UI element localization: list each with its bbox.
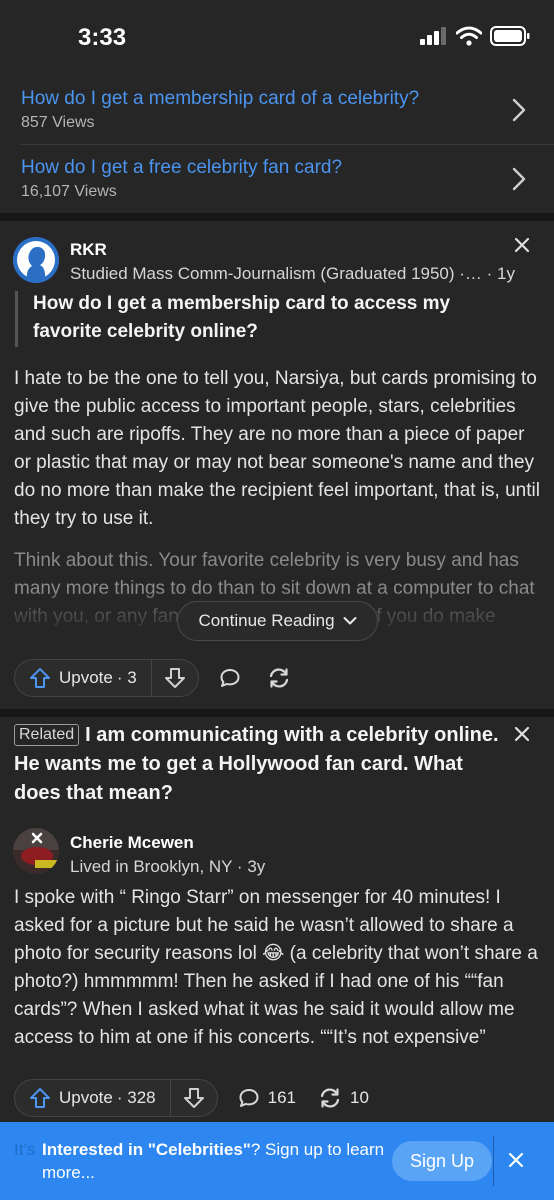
related-tag: Related <box>14 724 80 746</box>
answer-age: · 1y <box>486 264 516 283</box>
comment-icon <box>239 1089 259 1107</box>
answer-card: RKR Studied Mass Comm-Journalism (Gradua… <box>0 221 554 709</box>
quote-bar <box>15 291 18 347</box>
credential-text: Studied Mass Comm-Journalism (Graduated … <box>70 264 482 283</box>
related-question-views: 857 Views <box>21 114 95 131</box>
related-question-title[interactable]: How do I get a membership card of a cele… <box>21 88 419 110</box>
status-icons <box>420 26 530 46</box>
continue-reading-button[interactable]: Continue Reading <box>177 601 378 641</box>
avatar[interactable] <box>13 237 59 283</box>
answer-body: I hate to be the one to tell you, Narsiy… <box>14 368 540 529</box>
reshare-icon <box>269 668 288 688</box>
chevron-down-icon <box>343 617 357 625</box>
comment-count: 161 <box>267 1088 296 1107</box>
related-question-2[interactable]: How do I get a free celebrity fan card? … <box>0 145 554 213</box>
profile-photo <box>13 828 59 874</box>
related-question-title[interactable]: How do I get a free celebrity fan card? <box>21 157 342 179</box>
wifi-icon <box>456 26 482 46</box>
silhouette-icon <box>13 237 59 283</box>
answer-body: I spoke with “ Ringo Starr” on messenger… <box>14 887 538 1048</box>
author-name[interactable]: Cherie Mcewen <box>70 833 194 853</box>
avatar[interactable] <box>13 828 59 874</box>
related-question-text: I am communicating with a celebrity onli… <box>14 724 499 804</box>
downvote-button[interactable] <box>152 660 198 696</box>
reshare-icon <box>320 1088 340 1108</box>
status-time: 3:33 <box>78 24 127 51</box>
share-button[interactable] <box>267 667 291 689</box>
comment-button[interactable]: 161 <box>238 1087 296 1109</box>
banner-divider <box>493 1136 494 1186</box>
signup-button[interactable]: Sign Up <box>392 1141 492 1181</box>
chevron-right-icon <box>512 167 526 191</box>
upvote-label: Upvote <box>59 668 113 687</box>
banner-topic: "Celebrities" <box>147 1140 251 1159</box>
upvote-icon <box>30 668 50 688</box>
author-credential: Studied Mass Comm-Journalism (Graduated … <box>70 264 515 284</box>
banner-underlay-text: It’s <box>14 1140 36 1159</box>
related-question-views: 16,107 Views <box>21 183 117 200</box>
upvote-button[interactable]: Upvote · 328 <box>15 1080 171 1116</box>
question-heading[interactable]: How do I get a membership card to access… <box>33 290 543 346</box>
close-icon[interactable] <box>508 1152 524 1168</box>
battery-icon <box>490 26 530 46</box>
section-separator <box>0 709 554 717</box>
upvote-count: · 328 <box>116 1088 156 1107</box>
close-icon[interactable] <box>514 726 530 742</box>
question-line: How do I get a membership card to access… <box>33 293 451 314</box>
upvote-button[interactable]: Upvote · 3 <box>15 660 152 696</box>
signup-banner: It’s Interested in "Celebrities"? Sign u… <box>0 1122 554 1200</box>
action-row: Upvote · 3 <box>14 659 291 697</box>
downvote-icon <box>164 668 185 688</box>
chevron-right-icon <box>512 98 526 122</box>
author-name[interactable]: RKR <box>70 240 107 260</box>
related-question-1[interactable]: How do I get a membership card of a cele… <box>0 76 554 144</box>
banner-text: Interested in "Celebrities"? Sign up to … <box>42 1138 402 1184</box>
upvote-label: Upvote <box>59 1088 113 1107</box>
share-count: 10 <box>350 1088 369 1107</box>
related-answer-card: Related I am communicating with a celebri… <box>0 717 554 1122</box>
signal-icon <box>420 27 446 45</box>
status-bar: 3:33 <box>0 0 554 76</box>
comment-icon <box>220 669 240 687</box>
banner-prefix: Interested in <box>42 1140 148 1159</box>
continue-reading-label: Continue Reading <box>198 611 335 630</box>
share-button[interactable]: 10 <box>318 1087 369 1109</box>
downvote-button[interactable] <box>171 1080 217 1116</box>
action-row: Upvote · 328 161 10 <box>14 1079 369 1117</box>
section-separator <box>0 213 554 221</box>
upvote-count: · 3 <box>116 668 137 687</box>
close-icon[interactable] <box>514 237 530 253</box>
vote-pill: Upvote · 3 <box>14 659 199 697</box>
question-line: favorite celebrity online? <box>33 321 258 342</box>
author-credential: Lived in Brooklyn, NY · 3y <box>70 857 266 876</box>
downvote-icon <box>183 1088 204 1108</box>
comment-button[interactable] <box>219 667 241 689</box>
vote-pill: Upvote · 328 <box>14 1079 218 1117</box>
related-question-heading[interactable]: Related I am communicating with a celebri… <box>14 721 504 808</box>
upvote-icon <box>30 1088 50 1108</box>
